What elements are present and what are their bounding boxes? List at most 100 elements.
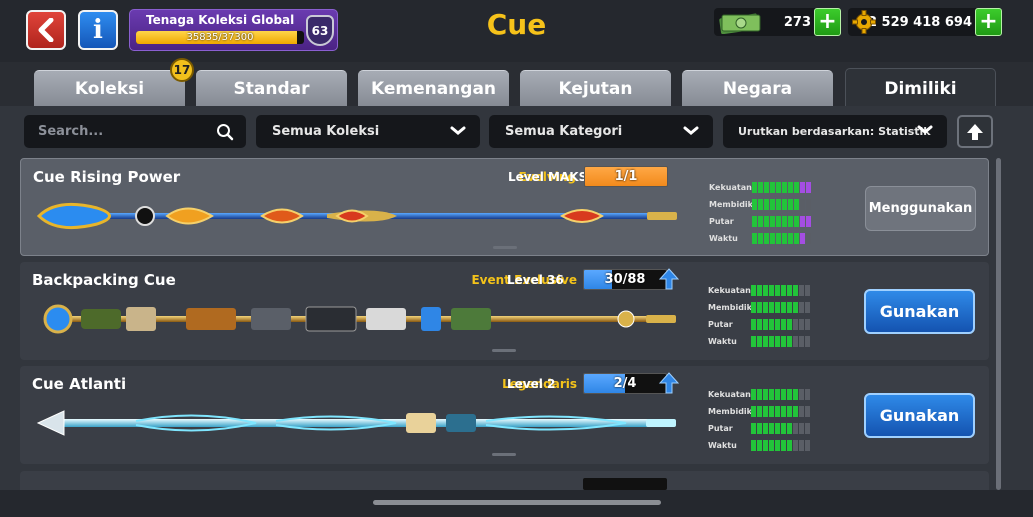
category-tabs: Koleksi Standar Kemenangan Kejutan Negar… [0, 68, 1033, 108]
arrow-up-icon [967, 123, 983, 140]
search-input[interactable]: Search... [24, 115, 246, 148]
cue-image [37, 202, 677, 230]
stat-segment [775, 406, 780, 417]
stat-segment [805, 319, 810, 330]
cue-card[interactable]: Cue Rising Power Evolving Level MAKS 1/1… [20, 158, 989, 256]
stat-segment [763, 423, 768, 434]
cue-card-partial[interactable] [20, 471, 989, 490]
stat-segment [782, 233, 787, 244]
stat-segment [781, 336, 786, 347]
stat-segment [758, 216, 763, 227]
stat-segment [794, 233, 799, 244]
stat-segment [769, 285, 774, 296]
action-label: Gunakan [879, 302, 960, 321]
stat-segment [781, 440, 786, 451]
scroll-handle [492, 453, 516, 456]
stat-segment [769, 302, 774, 313]
cue-name: Cue Rising Power [33, 168, 181, 186]
stat-segment [763, 336, 768, 347]
cue-card[interactable]: Cue Atlanti Legendaris Level 2 2/4 Kekua… [20, 366, 989, 464]
stat-segment [781, 285, 786, 296]
stat-segment [788, 199, 793, 210]
stat-meter [751, 336, 810, 347]
cue-name: Backpacking Cue [32, 271, 176, 289]
sort-dropdown[interactable]: Urutkan berdasarkan: Statistik [723, 115, 947, 148]
in-use-button[interactable]: Menggunakan [865, 186, 976, 231]
cue-name: Cue Atlanti [32, 375, 127, 393]
stat-segment [806, 216, 811, 227]
action-label: Menggunakan [868, 201, 973, 216]
category-dropdown[interactable]: Semua Kategori [489, 115, 713, 148]
stat-segment [799, 423, 804, 434]
home-indicator[interactable] [373, 500, 661, 505]
sort-dropdown-value: Urutkan berdasarkan: Statistik [738, 125, 931, 138]
tab-kejutan[interactable]: Kejutan [520, 70, 671, 106]
level-up-arrow-icon [659, 372, 679, 394]
stat-meter [751, 423, 810, 434]
add-coins-button[interactable]: + [975, 8, 1002, 36]
cue-level-progress-text: 30/88 [604, 272, 646, 287]
stat-label: Membidik [709, 200, 753, 209]
stat-segment [770, 216, 775, 227]
stat-segment [806, 182, 811, 193]
stat-label: Waktu [709, 234, 738, 243]
stat-segment [751, 336, 756, 347]
stat-segment [757, 406, 762, 417]
stat-segment [764, 199, 769, 210]
collection-power-card[interactable]: Tenaga Koleksi Global 35835/37300 63 [129, 9, 338, 51]
stat-segment [793, 336, 798, 347]
back-button[interactable] [26, 10, 66, 50]
tab-dimiliki[interactable]: Dimiliki [845, 68, 996, 108]
tab-standar[interactable]: Standar [196, 70, 347, 106]
cue-level-progress-bar: 1/1 [584, 166, 668, 187]
tab-label: Koleksi [74, 78, 145, 99]
tab-label: Kemenangan [370, 78, 497, 99]
info-button[interactable]: i [78, 10, 118, 50]
scroll-handle [492, 349, 516, 352]
list-scrollbar[interactable] [996, 158, 1001, 490]
stat-segment [775, 440, 780, 451]
tab-kemenangan[interactable]: Kemenangan [358, 70, 509, 106]
stat-segment [806, 199, 811, 210]
search-placeholder: Search... [38, 124, 104, 139]
stat-segment [794, 199, 799, 210]
action-label: Gunakan [879, 406, 960, 425]
stat-segment [757, 440, 762, 451]
collection-power-progress-bar: 35835/37300 [136, 31, 304, 44]
stat-label: Waktu [708, 337, 737, 346]
stat-meter [751, 285, 810, 296]
tab-koleksi[interactable]: Koleksi [34, 70, 185, 106]
stat-segment [751, 285, 756, 296]
stat-segment [800, 182, 805, 193]
stat-meter [751, 440, 810, 451]
sort-direction-button[interactable] [957, 115, 993, 148]
stat-segment [793, 440, 798, 451]
chevron-down-icon [450, 125, 466, 140]
cue-image [36, 410, 676, 436]
collection-dropdown[interactable]: Semua Koleksi [256, 115, 480, 148]
coin-balance: 2 529 418 694 + [848, 8, 1002, 36]
stat-label: Kekuatan [709, 183, 752, 192]
stat-meter [751, 389, 810, 400]
stat-segment [751, 389, 756, 400]
stat-segment [781, 319, 786, 330]
stat-label: Putar [708, 424, 733, 433]
stat-segment [757, 336, 762, 347]
tab-negara[interactable]: Negara [682, 70, 833, 106]
tab-label: Kejutan [558, 78, 633, 99]
cue-card[interactable]: Backpacking Cue Event Exclusive Level 36… [20, 262, 989, 360]
stat-segment [763, 406, 768, 417]
cue-level-progress-text: 2/4 [613, 376, 637, 391]
add-cash-button[interactable]: + [814, 8, 841, 36]
gear-coin-icon [852, 10, 876, 38]
stat-segment [764, 216, 769, 227]
stat-segment [799, 302, 804, 313]
stat-meter [752, 182, 811, 193]
stat-segment [788, 233, 793, 244]
use-cue-button[interactable]: Gunakan [864, 289, 975, 334]
stat-segment [775, 319, 780, 330]
stat-segment [775, 302, 780, 313]
stat-segment [775, 285, 780, 296]
use-cue-button[interactable]: Gunakan [864, 393, 975, 438]
stat-segment [788, 182, 793, 193]
